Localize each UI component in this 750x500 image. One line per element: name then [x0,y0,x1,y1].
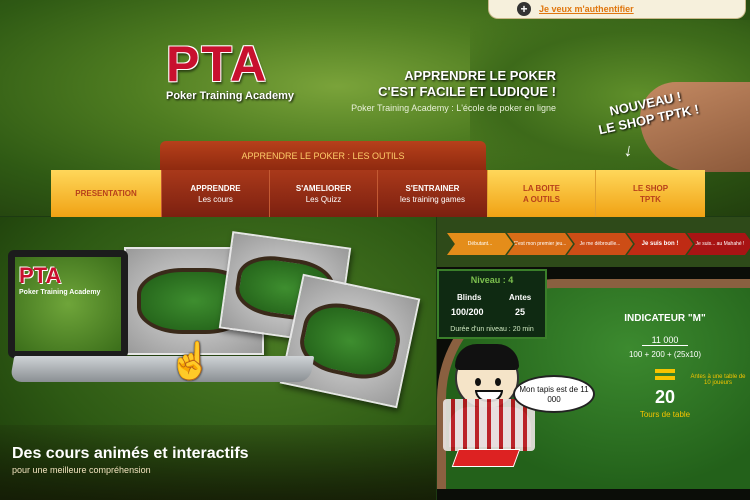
nav-item-shop[interactable]: LE SHOP TPTK [595,170,705,217]
blinds-panel: Niveau : 4 Blinds Antes 100/200 25 Durée… [437,269,547,339]
laptop-logo-subtitle: Poker Training Academy [19,289,101,296]
level-step: Je suis... au Mahahé ! [687,233,750,255]
playing-card-icon [451,449,521,467]
caption-subtitle: pour une meilleure compréhension [12,465,151,475]
nav-item-ameliorer[interactable]: S'AMELIORER Les Quizz [269,170,377,217]
level-steps: Débutant... C'est mon premier jeu... Je … [447,233,750,257]
laptop-screen: PTA Poker Training Academy [8,250,128,358]
feature-panel-tools[interactable]: Débutant... C'est mon premier jeu... Je … [437,217,750,500]
level-step: Je suis bon ! [627,233,693,255]
m-numerator: 11 000 [641,335,689,346]
nav-item-apprendre[interactable]: APPRENDRE Les cours [161,170,269,217]
tagline-line2: C'EST FACILE ET LUDIQUE ! [378,84,556,99]
laptop-base [9,356,315,382]
tagline-line1: APPRENDRE LE POKER [404,68,556,83]
auth-tab: + Je veux m'authentifier [488,0,746,19]
m-denominator: 100 + 200 + (25x10) [628,350,702,359]
m-indicator: INDICATEUR "M" 11 000 100 + 200 + (25x10… [600,299,730,419]
nav-item-entrainer[interactable]: S'ENTRAINER les training games [377,170,487,217]
feature-caption: Des cours animés et interactifs pour une… [0,425,436,500]
submenu-title: APPRENDRE LE POKER : LES OUTILS [160,141,486,170]
hand-cursor-icon: ☝ [168,340,213,381]
logo-subtitle: Poker Training Academy [166,90,294,102]
chip-stack-icon [443,399,535,451]
main-nav: PRESENTATION APPRENDRE Les cours S'AMELI… [51,170,705,217]
antes-note: Antes à une table de 10 joueurs [690,374,746,386]
nav-item-boite-outils[interactable]: LA BOITE A OUTILS [487,170,595,217]
logo-letters: PTA [166,36,269,92]
level-step: Débutant... [447,233,513,255]
level-step: C'est mon premier jeu... [507,233,573,255]
auth-link[interactable]: Je veux m'authentifier [539,4,634,14]
site-logo[interactable]: PTA Poker Training Academy [166,36,311,102]
blinds-level: Niveau : 4 [470,275,514,285]
caption-title: Des cours animés et interactifs [12,445,249,462]
speech-bubble: Mon tapis est de 11 000 [513,375,595,413]
screenshot-thumb-3 [279,273,421,409]
m-indicator-title: INDICATEUR "M" [624,313,706,324]
laptop-logo: PTA [19,263,62,288]
m-result: 20 [654,387,676,407]
tagline: APPRENDRE LE POKER C'EST FACILE ET LUDIQ… [350,68,556,113]
nav-item-presentation[interactable]: PRESENTATION [51,170,161,217]
m-result-unit: Tours de table [639,410,691,419]
tagline-subtitle: Poker Training Academy : L'école de poke… [351,103,556,113]
plus-icon[interactable]: + [517,2,531,16]
equals-icon [655,369,675,373]
level-step: Je me débrouille... [567,233,633,255]
